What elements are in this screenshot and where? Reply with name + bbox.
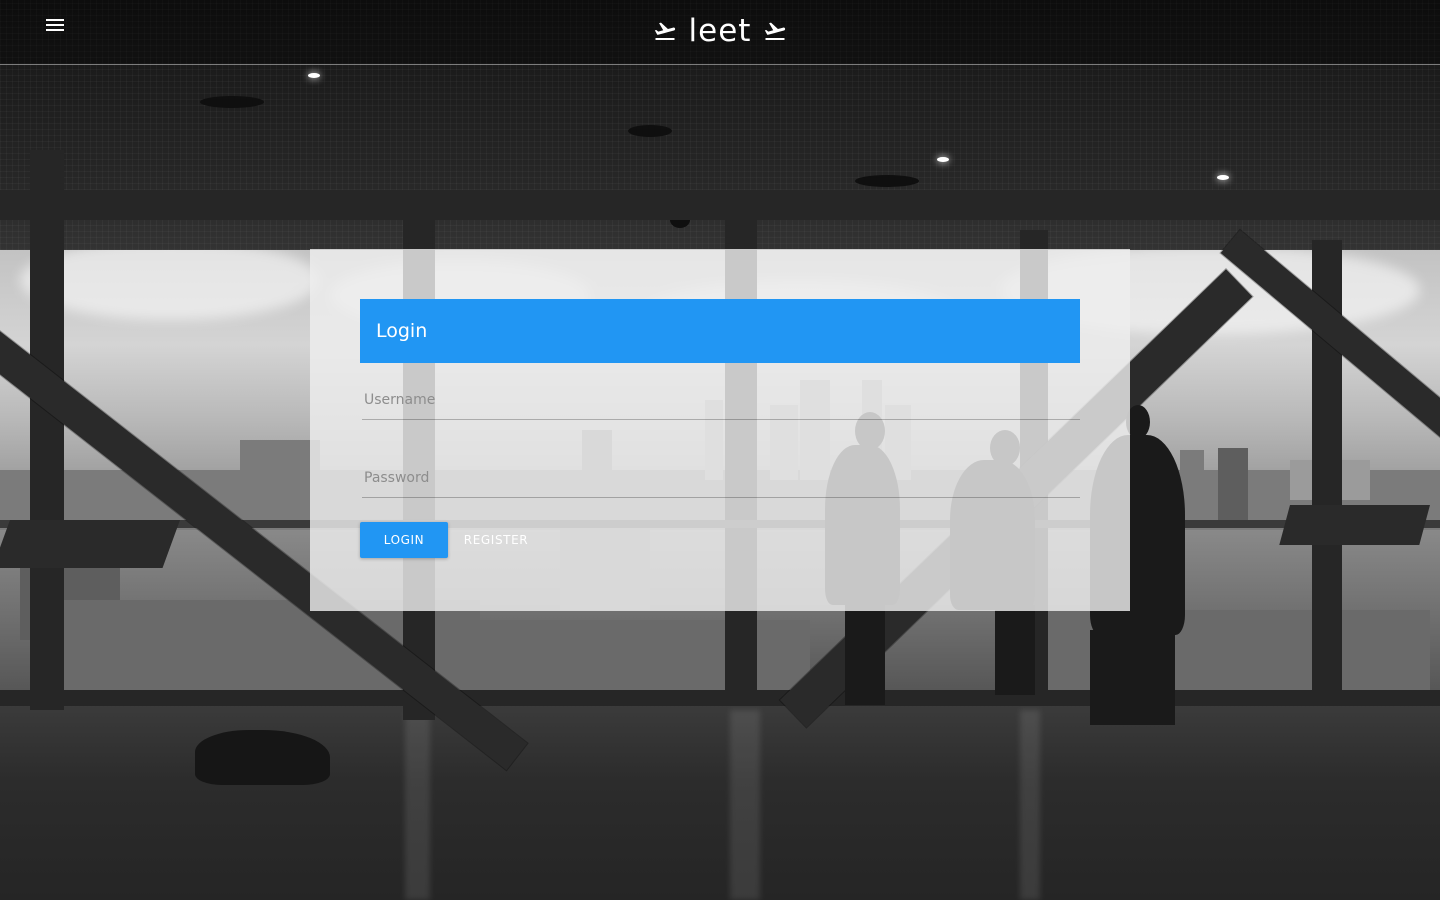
brand: leet: [0, 0, 1440, 64]
brand-title: leet: [688, 13, 752, 49]
floor: [0, 700, 1440, 900]
top-app-bar: leet: [0, 0, 1440, 65]
airplane-takeoff-icon: [765, 22, 786, 40]
login-button[interactable]: LOGIN: [360, 522, 448, 558]
menu-button[interactable]: [36, 8, 74, 42]
login-card-header: Login: [360, 299, 1080, 363]
brand-logo[interactable]: leet: [653, 13, 788, 49]
hamburger-menu-icon: [46, 19, 64, 21]
login-card: Login LOGIN REGISTER: [310, 249, 1130, 611]
username-input[interactable]: [362, 380, 1080, 420]
password-input[interactable]: [362, 458, 1080, 498]
register-button[interactable]: REGISTER: [456, 522, 536, 558]
login-title: Login: [376, 320, 428, 342]
airplane-takeoff-icon: [654, 22, 675, 40]
